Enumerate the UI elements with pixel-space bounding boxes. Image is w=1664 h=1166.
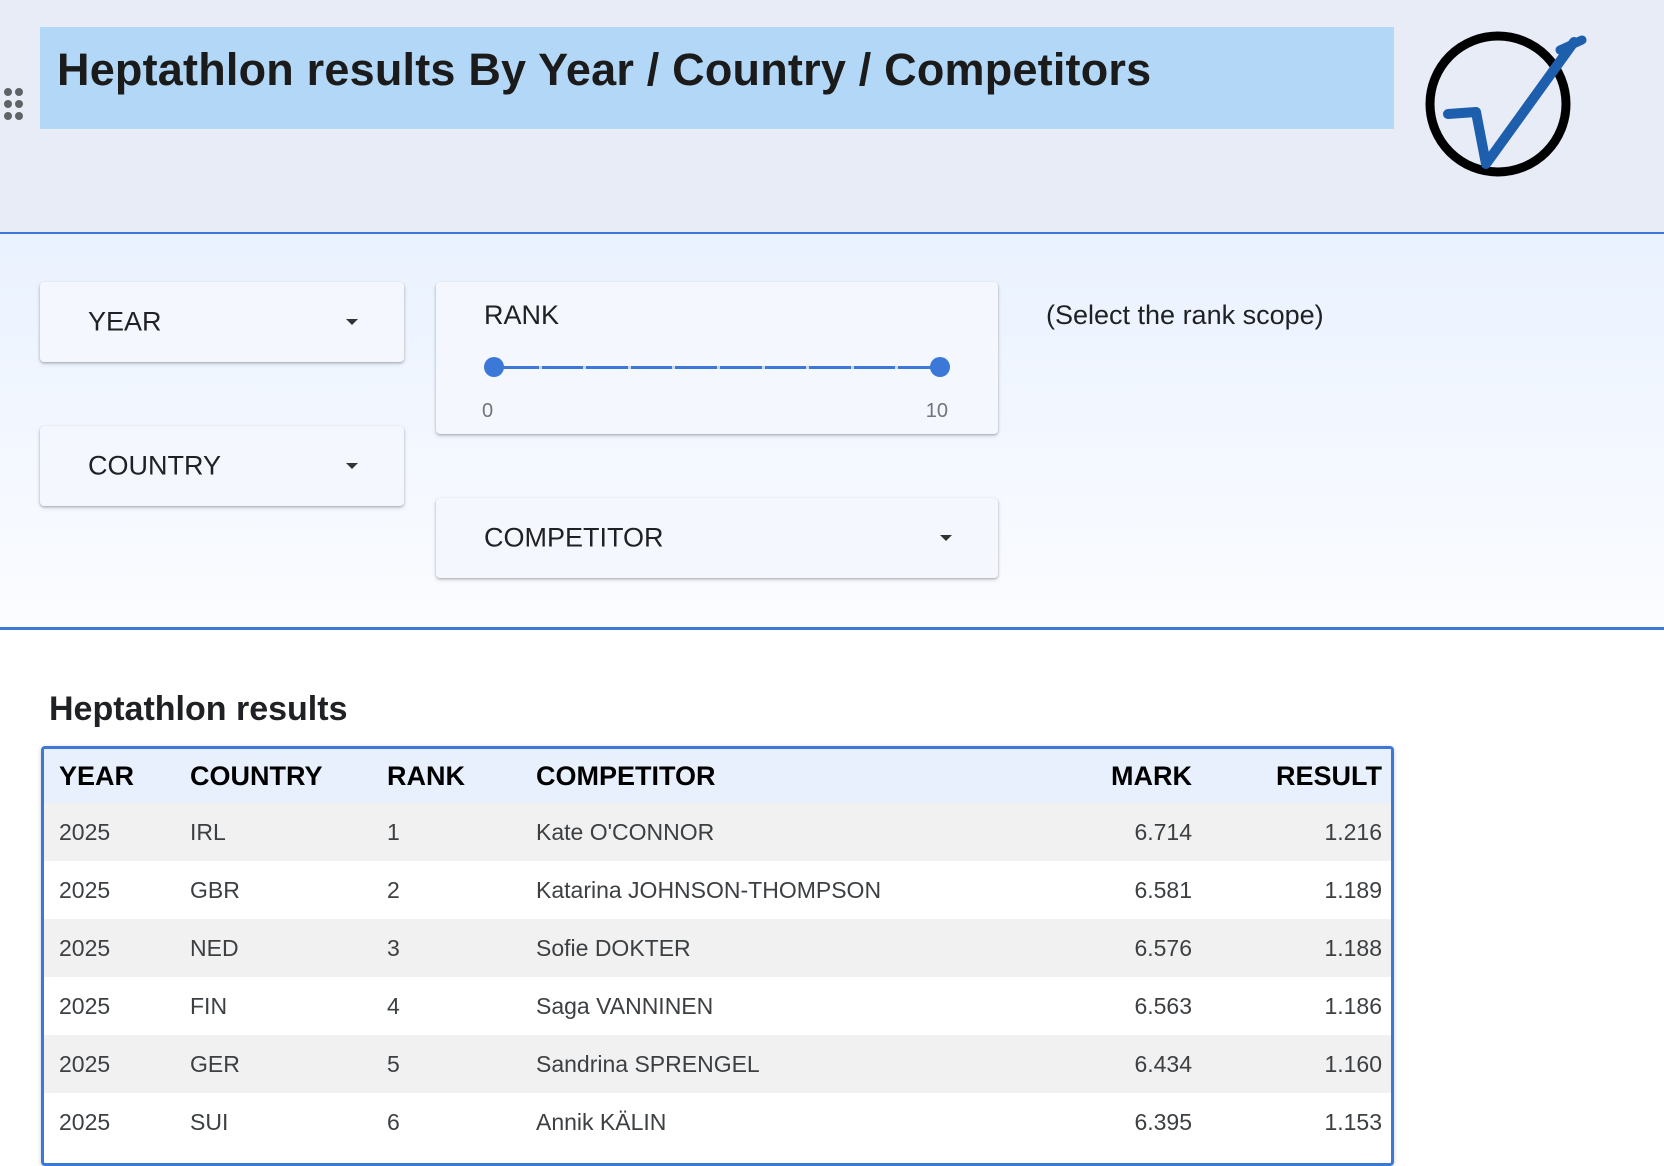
cell-rank: 5 <box>387 1050 400 1077</box>
cell-mark: 6.434 <box>1134 1050 1192 1077</box>
rank-slider-tick <box>583 366 587 369</box>
column-header-rank[interactable]: RANK <box>387 749 536 803</box>
cell-rank: 1 <box>387 818 400 845</box>
rank-slider-max-handle[interactable] <box>930 357 950 377</box>
rank-slider-tick <box>538 366 542 369</box>
cell-mark: 6.581 <box>1134 876 1192 903</box>
rank-slider-min-value: 0 <box>482 400 494 422</box>
cell-country: IRL <box>190 818 226 845</box>
header-bar: Heptathlon results By Year / Country / C… <box>0 0 1664 234</box>
cell-year: 2025 <box>59 1050 111 1077</box>
cell-country: FIN <box>190 992 228 1019</box>
page-title: Heptathlon results By Year / Country / C… <box>57 44 1152 95</box>
cell-mark: 6.576 <box>1134 934 1192 961</box>
cell-result: 1.188 <box>1324 934 1382 961</box>
year-dropdown[interactable]: YEAR <box>40 282 404 362</box>
results-table: YEAR COUNTRY RANK COMPETITOR MARK RESULT… <box>44 749 1391 1151</box>
cell-country: SUI <box>190 1108 229 1135</box>
cell-mark: 6.395 <box>1134 1108 1192 1135</box>
chevron-down-icon <box>940 535 952 541</box>
cell-year: 2025 <box>59 876 111 903</box>
column-header-country[interactable]: COUNTRY <box>190 749 387 803</box>
table-row[interactable]: 2025 FIN 4 Saga VANNINEN 6.563 1.186 <box>44 977 1391 1035</box>
rank-slider-tick <box>627 366 631 369</box>
year-dropdown-label: YEAR <box>88 306 162 337</box>
competitor-dropdown-label: COMPETITOR <box>484 522 664 553</box>
rank-slider-track[interactable] <box>484 357 950 377</box>
country-dropdown-label: COUNTRY <box>88 450 222 481</box>
rank-slider-tick <box>717 366 720 369</box>
filters-panel: YEAR COUNTRY RANK 0 10 (Select the rank … <box>0 234 1664 630</box>
results-table-container: YEAR COUNTRY RANK COMPETITOR MARK RESULT… <box>41 746 1394 1166</box>
cell-year: 2025 <box>59 992 111 1019</box>
cell-country: NED <box>190 934 239 961</box>
rank-slider-tick <box>761 366 765 369</box>
column-header-mark[interactable]: MARK <box>976 749 1192 803</box>
country-dropdown[interactable]: COUNTRY <box>40 426 404 506</box>
cell-mark: 6.714 <box>1134 818 1192 845</box>
cell-rank: 2 <box>387 876 400 903</box>
cell-country: GBR <box>190 876 240 903</box>
cell-result: 1.160 <box>1324 1050 1382 1077</box>
cell-country: GER <box>190 1050 240 1077</box>
chevron-down-icon <box>346 463 358 469</box>
column-header-year[interactable]: YEAR <box>44 749 190 803</box>
cell-result: 1.153 <box>1324 1108 1382 1135</box>
drag-handle-icon[interactable] <box>4 88 26 122</box>
table-row[interactable]: 2025 SUI 6 Annik KÄLIN 6.395 1.153 <box>44 1093 1391 1151</box>
cell-rank: 4 <box>387 992 400 1019</box>
cell-competitor: Katarina JOHNSON-THOMPSON <box>536 876 882 903</box>
table-row[interactable]: 2025 GER 5 Sandrina SPRENGEL 6.434 1.160 <box>44 1035 1391 1093</box>
chevron-down-icon <box>346 319 358 325</box>
rank-slider-tick <box>672 366 676 369</box>
cell-year: 2025 <box>59 818 111 845</box>
cell-competitor: Sandrina SPRENGEL <box>536 1050 760 1077</box>
competitor-dropdown[interactable]: COMPETITOR <box>436 498 998 578</box>
rank-slider-tick <box>806 366 810 369</box>
column-header-competitor[interactable]: COMPETITOR <box>536 749 976 803</box>
title-banner: Heptathlon results By Year / Country / C… <box>40 27 1394 129</box>
cell-year: 2025 <box>59 934 111 961</box>
cell-result: 1.186 <box>1324 992 1382 1019</box>
rank-slider-max-value: 10 <box>925 400 948 422</box>
rank-scope-hint: (Select the rank scope) <box>1046 300 1324 330</box>
cell-rank: 3 <box>387 934 400 961</box>
table-row[interactable]: 2025 GBR 2 Katarina JOHNSON-THOMPSON 6.581 1.… <box>44 861 1391 919</box>
rank-slider-tick <box>895 366 899 369</box>
table-row[interactable]: 2025 IRL 1 Kate O'CONNOR 6.714 1.216 <box>44 803 1391 861</box>
rank-slider-tick <box>850 366 854 369</box>
results-section-title: Heptathlon results <box>49 690 348 728</box>
table-row[interactable]: 2025 NED 3 Sofie DOKTER 6.576 1.188 <box>44 919 1391 977</box>
cell-competitor: Annik KÄLIN <box>536 1108 667 1135</box>
rank-slider-min-handle[interactable] <box>484 357 504 377</box>
cell-result: 1.189 <box>1324 876 1382 903</box>
cell-competitor: Sofie DOKTER <box>536 934 691 961</box>
column-header-result[interactable]: RESULT <box>1192 749 1391 803</box>
cell-year: 2025 <box>59 1108 111 1135</box>
rank-slider-label: RANK <box>484 300 560 330</box>
rank-slider-card: RANK 0 10 <box>436 282 998 434</box>
checkmark-circle-icon <box>1425 31 1587 177</box>
cell-competitor: Saga VANNINEN <box>536 992 714 1019</box>
cell-rank: 6 <box>387 1108 400 1135</box>
cell-result: 1.216 <box>1324 818 1382 845</box>
cell-mark: 6.563 <box>1134 992 1192 1019</box>
cell-competitor: Kate O'CONNOR <box>536 818 715 845</box>
table-header-row: YEAR COUNTRY RANK COMPETITOR MARK RESULT <box>44 749 1391 803</box>
